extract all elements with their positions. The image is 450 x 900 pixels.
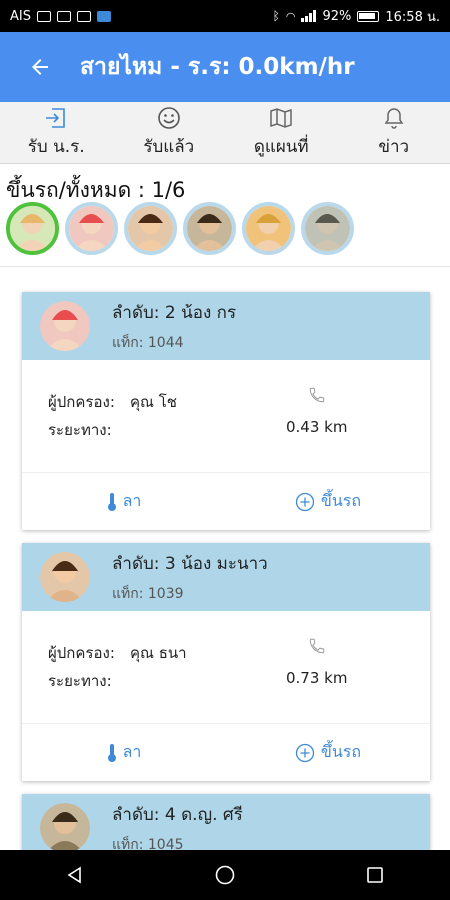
student-avatar[interactable] xyxy=(40,301,90,351)
guardian-name: คุณ โช xyxy=(130,393,177,411)
thermometer-icon xyxy=(107,492,116,511)
guardian-label: ผู้ปกครอง: xyxy=(48,393,115,411)
bell-icon xyxy=(381,105,407,131)
plus-circle-icon xyxy=(295,743,315,762)
system-nav-bar xyxy=(0,850,450,900)
student-avatar[interactable] xyxy=(183,202,236,255)
student-order-name: ลำดับ: 4 ด.ญ. ศรี xyxy=(112,804,243,825)
distance-label: ระยะทาง: xyxy=(48,672,112,690)
thermometer-icon xyxy=(107,743,116,762)
status-bar: AIS ᛒ ◠ 92% 16:58 น. xyxy=(0,0,450,32)
tab-map[interactable]: ดูแผนที่ xyxy=(225,102,338,163)
card-body: ผู้ปกครอง: คุณ ธนา ระยะทาง: 0.73 km xyxy=(22,611,430,723)
board-button[interactable]: ขึ้นรถ xyxy=(226,473,430,530)
map-icon xyxy=(268,105,294,131)
card-header: ลำดับ: 3 น้อง มะนาว แท็ก: 1039 xyxy=(22,543,430,611)
battery-text: 92% xyxy=(322,8,352,24)
student-avatar[interactable] xyxy=(6,202,59,255)
student-avatar-strip xyxy=(6,202,354,255)
arrow-back-icon xyxy=(32,59,48,75)
guardian-name: คุณ ธนา xyxy=(130,644,187,662)
student-avatar[interactable] xyxy=(65,202,118,255)
student-avatar[interactable] xyxy=(301,202,354,255)
guardian-label: ผู้ปกครอง: xyxy=(48,644,115,662)
tab-label: รับแล้ว xyxy=(143,137,195,157)
triangle-back-icon xyxy=(67,866,81,884)
student-avatar[interactable] xyxy=(40,552,90,602)
student-avatar[interactable] xyxy=(124,202,177,255)
phone-icon[interactable] xyxy=(308,637,326,655)
video-icon xyxy=(76,10,91,22)
leave-label: ลา xyxy=(122,491,142,510)
student-photo xyxy=(128,206,173,251)
student-order-name: ลำดับ: 3 น้อง มะนาว xyxy=(112,553,268,574)
tab-news[interactable]: ข่าว xyxy=(338,102,450,163)
student-photo xyxy=(246,206,291,251)
distance-label: ระยะทาง: xyxy=(48,421,112,439)
status-right: ᛒ ◠ 92% 16:58 น. xyxy=(273,6,440,27)
signal-icon xyxy=(301,10,317,22)
divider xyxy=(0,266,450,267)
clock-text: 16:58 น. xyxy=(385,9,440,25)
tab-label: ดูแผนที่ xyxy=(253,137,309,157)
back-button[interactable] xyxy=(0,32,80,102)
board-label: ขึ้นรถ xyxy=(320,491,362,510)
leave-label: ลา xyxy=(122,742,142,761)
tab-picked-up[interactable]: รับแล้ว xyxy=(113,102,226,163)
card-actions: ลา ขึ้นรถ xyxy=(22,472,430,530)
student-avatar[interactable] xyxy=(242,202,295,255)
nav-back-button[interactable] xyxy=(45,855,105,895)
card-body: ผู้ปกครอง: คุณ โช ระยะทาง: 0.43 km xyxy=(22,360,430,472)
nav-home-button[interactable] xyxy=(195,855,255,895)
card-info: ลำดับ: 3 น้อง มะนาว แท็ก: 1039 xyxy=(112,550,268,605)
card-info: ลำดับ: 4 ด.ญ. ศรี แท็ก: 1045 xyxy=(112,801,243,856)
leave-button[interactable]: ลา xyxy=(22,724,226,781)
battery-icon xyxy=(357,10,380,22)
student-photo xyxy=(187,206,232,251)
app-icon xyxy=(96,10,111,22)
square-recents-icon xyxy=(367,867,383,883)
student-list: ลำดับ: 2 น้อง กร แท็ก: 1044 ผู้ปกครอง: ค… xyxy=(22,292,430,875)
circle-home-icon xyxy=(215,865,235,885)
login-icon xyxy=(43,105,69,131)
student-card: ลำดับ: 3 น้อง มะนาว แท็ก: 1039 ผู้ปกครอง… xyxy=(22,543,430,781)
status-left: AIS xyxy=(10,9,111,24)
smiley-icon xyxy=(156,105,182,131)
carrier-text: AIS xyxy=(10,8,31,24)
board-label: ขึ้นรถ xyxy=(320,742,362,761)
notification-icon xyxy=(36,10,51,22)
tab-bar: รับ น.ร. รับแล้ว ดูแผนที่ ข่าว xyxy=(0,102,450,164)
card-header: ลำดับ: 2 น้อง กร แท็ก: 1044 xyxy=(22,292,430,360)
tab-pickup[interactable]: รับ น.ร. xyxy=(0,102,113,163)
app-bar: สายไหม - ร.ร: 0.0km/hr xyxy=(0,32,450,102)
card-info: ลำดับ: 2 น้อง กร แท็ก: 1044 xyxy=(112,299,236,354)
board-button[interactable]: ขึ้นรถ xyxy=(226,724,430,781)
leave-button[interactable]: ลา xyxy=(22,473,226,530)
nav-recents-button[interactable] xyxy=(345,855,405,895)
student-avatar[interactable] xyxy=(40,803,90,853)
tab-label: ข่าว xyxy=(378,137,410,157)
student-tag: แท็ก: 1039 xyxy=(112,585,184,602)
bluetooth-icon: ᛒ xyxy=(272,9,280,23)
card-actions: ลา ขึ้นรถ xyxy=(22,723,430,781)
student-photo xyxy=(305,206,350,251)
student-photo xyxy=(10,206,55,251)
student-card: ลำดับ: 2 น้อง กร แท็ก: 1044 ผู้ปกครอง: ค… xyxy=(22,292,430,530)
plus-circle-icon xyxy=(295,492,315,511)
student-order-name: ลำดับ: 2 น้อง กร xyxy=(112,302,237,323)
distance-value: 0.43 km xyxy=(286,418,348,436)
student-tag: แท็ก: 1044 xyxy=(112,334,184,351)
distance-value: 0.73 km xyxy=(286,669,348,687)
student-photo xyxy=(69,206,114,251)
phone-icon[interactable] xyxy=(308,386,326,404)
message-icon xyxy=(56,10,71,22)
tab-label: รับ น.ร. xyxy=(27,137,85,157)
page-title: สายไหม - ร.ร: 0.0km/hr xyxy=(80,54,355,80)
wifi-icon: ◠ xyxy=(285,9,296,23)
